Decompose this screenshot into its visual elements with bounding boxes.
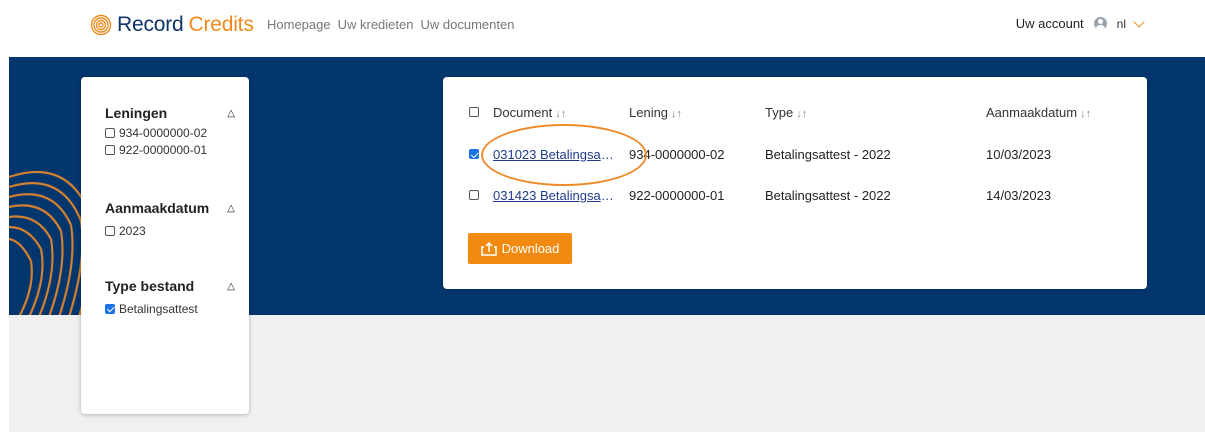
documents-card: Document ↓↑ Lening ↓↑ Type ↓↑ Aanmaakdatum ↓… (443, 77, 1147, 289)
column-header-lening[interactable]: Lening ↓↑ (629, 105, 682, 120)
main-nav: Homepage Uw kredieten Uw documenten (267, 17, 514, 32)
sort-icon[interactable]: ↓↑ (671, 108, 682, 120)
collapse-triangle-icon[interactable]: △ (227, 281, 235, 292)
checkbox[interactable] (105, 127, 115, 138)
column-header-aanmaakdatum[interactable]: Aanmaakdatum ↓↑ (986, 105, 1091, 120)
column-label: Aanmaakdatum (986, 104, 1078, 120)
checkbox[interactable] (105, 144, 115, 155)
filter-option[interactable]: 934-0000000-02 (105, 125, 249, 140)
column-label: Document (493, 104, 553, 120)
collapse-triangle-icon[interactable]: △ (227, 203, 235, 214)
column-label: Lening (629, 104, 669, 120)
filter-option[interactable]: Betalingsattest (105, 301, 249, 316)
row-checkbox-checked[interactable] (469, 149, 479, 159)
filter-group-header[interactable]: Type bestand △ (105, 278, 235, 294)
chevron-down-icon[interactable] (1133, 15, 1145, 28)
sort-icon[interactable]: ↓↑ (796, 108, 807, 120)
logo-word-record: Record (117, 13, 184, 36)
upload-tray-icon (480, 241, 497, 256)
cell-type: Betalingsattest - 2022 (765, 187, 891, 203)
filter-group-type-bestand: Type bestand △ Betalingsattest (105, 278, 249, 316)
nav-uw-documenten[interactable]: Uw documenten (420, 17, 514, 32)
nav-homepage[interactable]: Homepage (267, 17, 331, 32)
document-link[interactable]: 031423 Betalingsattest (493, 188, 615, 203)
column-header-document[interactable]: Document ↓↑ (493, 105, 615, 120)
user-avatar-icon[interactable] (1093, 17, 1107, 30)
cell-type: Betalingsattest - 2022 (765, 146, 891, 162)
table-header: Document ↓↑ Lening ↓↑ Type ↓↑ Aanmaakdatum ↓… (443, 102, 1147, 122)
filter-option-label: 922-0000000-01 (119, 142, 208, 157)
filter-group-leningen: Leningen △ 934-0000000-02 922-0000000-01 (105, 105, 249, 157)
filter-group-title: Type bestand (105, 278, 195, 294)
filter-panel: Leningen △ 934-0000000-02 922-0000000-01… (81, 77, 249, 414)
sort-icon[interactable]: ↓↑ (1080, 108, 1091, 120)
cell-date: 10/03/2023 (986, 146, 1052, 162)
filter-group-aanmaakdatum: Aanmaakdatum △ 2023 (105, 200, 249, 238)
select-all-checkbox[interactable] (469, 107, 479, 117)
table-row: 031023 Betalingsattest 934-0000000-02 Be… (443, 144, 1147, 164)
logo-word-credits: Credits (188, 13, 254, 36)
filter-group-title: Aanmaakdatum (105, 200, 210, 216)
filter-option[interactable]: 922-0000000-01 (105, 142, 249, 157)
checkbox-checked[interactable] (105, 303, 115, 314)
top-bar: Record Credits Homepage Uw kredieten Uw … (0, 0, 1205, 56)
filter-group-header[interactable]: Leningen △ (105, 105, 235, 121)
nav-uw-kredieten[interactable]: Uw kredieten (338, 17, 414, 32)
filter-option-label: 934-0000000-02 (119, 125, 208, 140)
column-label: Type (765, 104, 794, 120)
download-button[interactable]: Download (468, 233, 572, 264)
filter-option[interactable]: 2023 (105, 223, 249, 238)
filter-group-header[interactable]: Aanmaakdatum △ (105, 200, 235, 216)
download-label: Download (501, 241, 560, 256)
filter-option-label: 2023 (119, 223, 146, 238)
account-area: Uw account nl (1016, 15, 1145, 31)
filter-group-title: Leningen (105, 105, 168, 121)
document-link[interactable]: 031023 Betalingsattest (493, 147, 615, 162)
logo[interactable]: Record Credits (90, 10, 254, 40)
cell-date: 14/03/2023 (986, 187, 1052, 203)
table-row: 031423 Betalingsattest 922-0000000-01 Be… (443, 185, 1147, 205)
account-link[interactable]: Uw account (1016, 16, 1084, 31)
filter-option-label: Betalingsattest (119, 301, 198, 316)
column-header-type[interactable]: Type ↓↑ (765, 105, 807, 120)
collapse-triangle-icon[interactable]: △ (227, 108, 235, 119)
checkbox[interactable] (105, 225, 115, 236)
fingerprint-logo-icon (90, 14, 112, 36)
sort-icon[interactable]: ↓↑ (555, 108, 566, 120)
cell-lening: 922-0000000-01 (629, 187, 725, 203)
cell-lening: 934-0000000-02 (629, 146, 725, 162)
row-checkbox[interactable] (469, 190, 479, 200)
language-selector[interactable]: nl (1117, 17, 1126, 31)
